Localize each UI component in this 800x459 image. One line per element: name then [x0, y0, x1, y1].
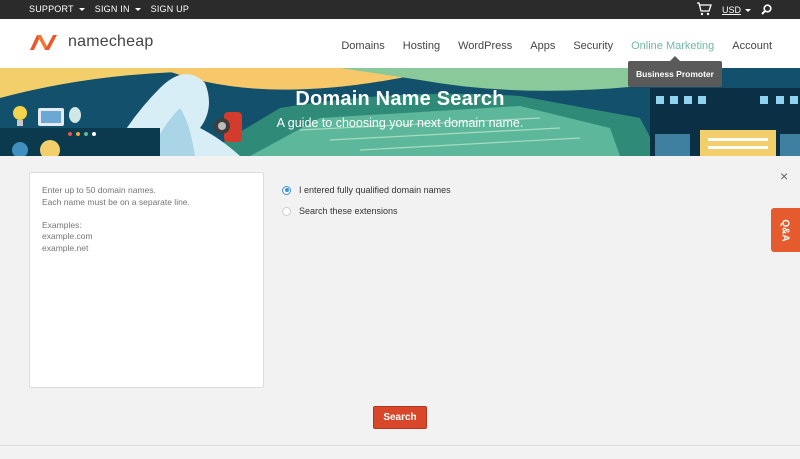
- qa-tab-label: Q&A: [779, 218, 791, 242]
- option-fully-qualified[interactable]: I entered fully qualified domain names: [282, 185, 451, 195]
- option-search-extensions[interactable]: Search these extensions: [282, 206, 398, 216]
- nav-security[interactable]: Security: [573, 40, 613, 52]
- nav-hosting[interactable]: Hosting: [403, 40, 440, 52]
- currency-selector[interactable]: USD: [722, 5, 751, 15]
- brand-name: namecheap: [68, 33, 154, 50]
- brand-logo[interactable]: namecheap: [28, 32, 153, 52]
- search-button[interactable]: Search: [373, 406, 427, 429]
- nav-account[interactable]: Account: [732, 40, 772, 52]
- nav-online-marketing[interactable]: Online Marketing: [631, 40, 714, 52]
- cart-icon[interactable]: [696, 2, 712, 18]
- nav-tooltip-business-promoter[interactable]: Business Promoter: [628, 56, 722, 87]
- option-search-extensions-label: Search these extensions: [299, 206, 398, 216]
- option-fully-qualified-label: I entered fully qualified domain names: [299, 185, 451, 195]
- radio-unselected[interactable]: [282, 206, 291, 216]
- namecheap-logo-icon: [30, 35, 57, 50]
- currency-label: USD: [721, 5, 741, 15]
- sign-in-label: SIGN IN: [94, 4, 130, 14]
- caret-down-icon: [78, 7, 85, 11]
- page-title: Domain Name Search: [295, 88, 505, 110]
- qa-tab[interactable]: Q&A: [771, 208, 800, 252]
- sign-up-link[interactable]: SIGN UP: [151, 4, 189, 14]
- support-menu[interactable]: SUPPORT: [29, 4, 85, 14]
- page-subtitle: A guide to choosing your next domain nam…: [276, 116, 524, 130]
- bulk-search-panel: I entered fully qualified domain names S…: [0, 156, 800, 446]
- radio-selected[interactable]: [282, 185, 291, 195]
- domain-names-textarea[interactable]: [29, 172, 264, 388]
- search-icon[interactable]: [761, 3, 772, 17]
- caret-down-icon: [745, 8, 751, 12]
- top-utility-bar: SUPPORT SIGN IN SIGN UP USD: [0, 0, 800, 19]
- close-icon[interactable]: ×: [780, 168, 788, 184]
- nav-apps[interactable]: Apps: [530, 40, 555, 52]
- nav-domains[interactable]: Domains: [341, 40, 384, 52]
- support-label: SUPPORT: [29, 4, 74, 14]
- sign-in-menu[interactable]: SIGN IN: [95, 4, 141, 14]
- caret-down-icon: [134, 7, 141, 11]
- nav-wordpress[interactable]: WordPress: [458, 40, 512, 52]
- main-nav: Domains Hosting WordPress Apps Security …: [341, 40, 772, 52]
